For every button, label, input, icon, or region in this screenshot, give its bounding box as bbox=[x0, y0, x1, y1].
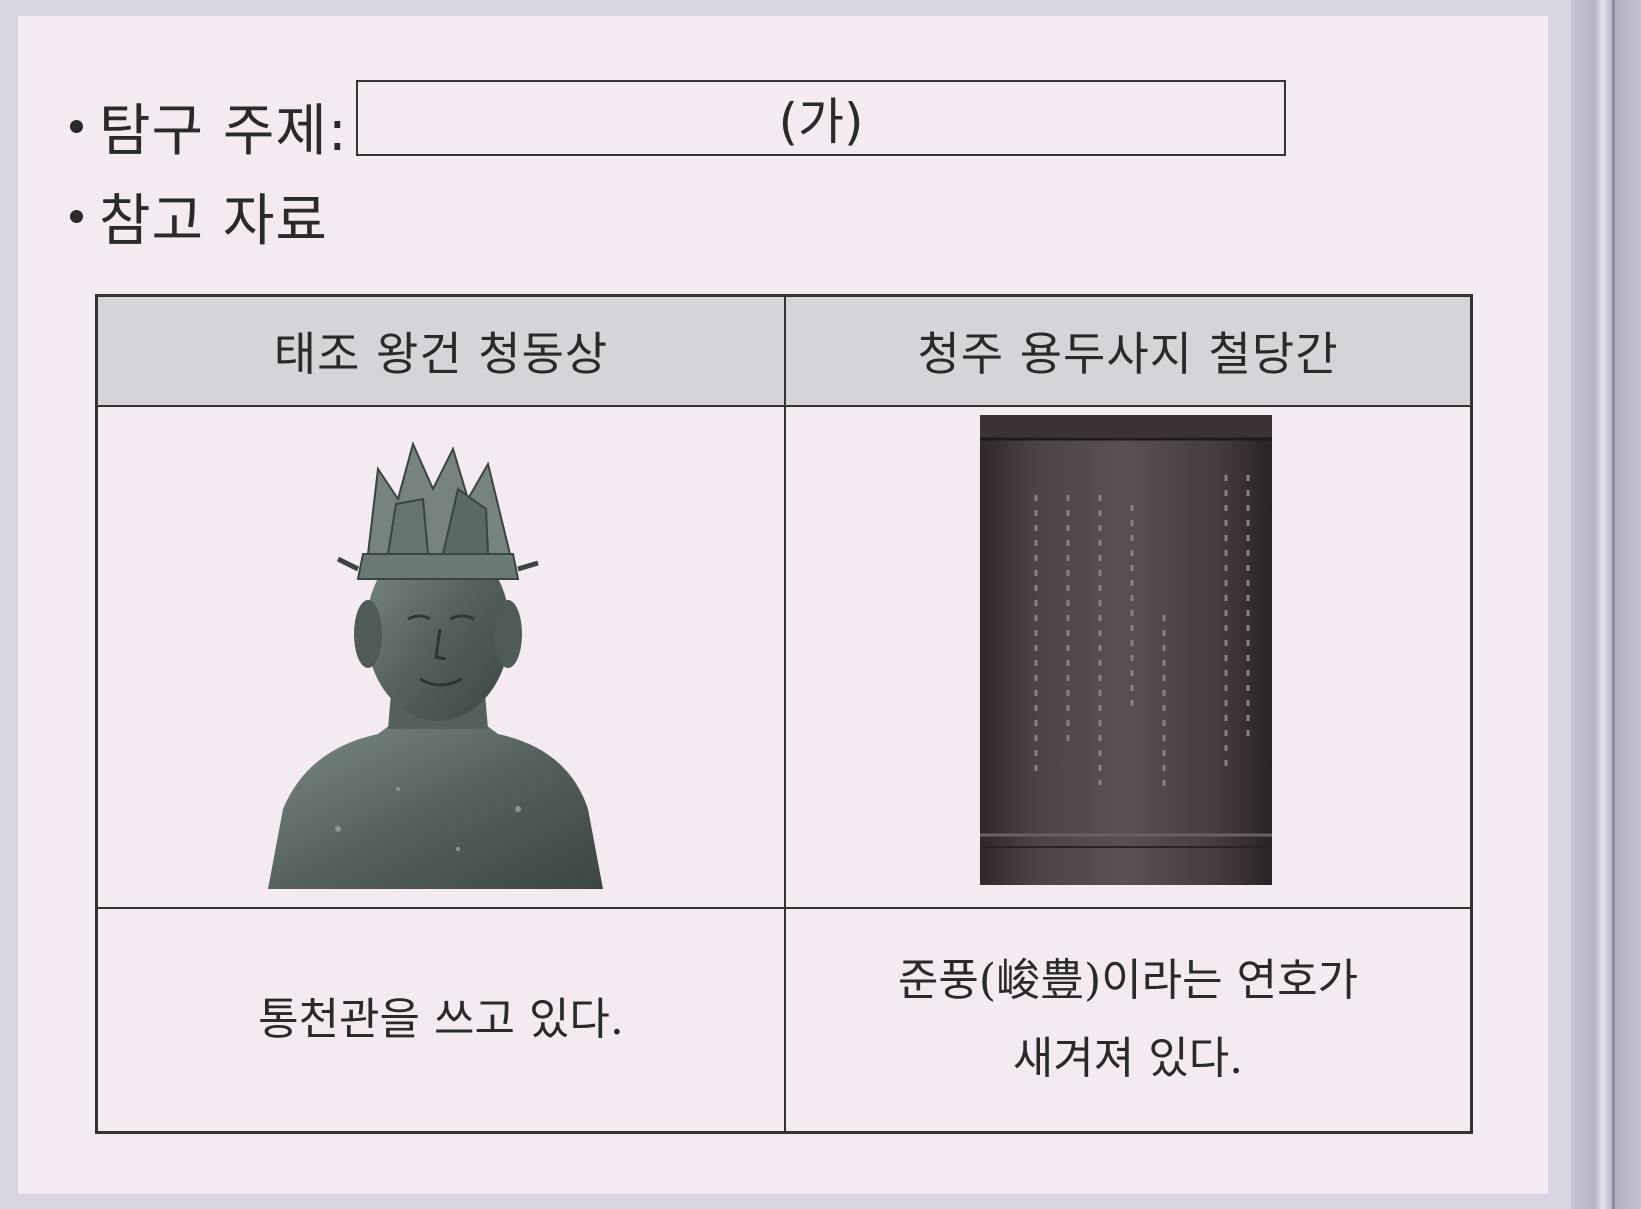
caption-cell-flagpole: 준풍(峻豊)이라는 연호가 새겨져 있다. bbox=[786, 909, 1470, 1131]
table-header-statue: 태조 왕건 청동상 bbox=[98, 297, 784, 405]
caption-line-statue: 통천관을 쓰고 있다. bbox=[258, 994, 624, 1045]
header-label-statue: 태조 왕건 청동상 bbox=[273, 327, 609, 381]
image-cell-statue bbox=[98, 407, 784, 907]
bullet-icon bbox=[70, 119, 83, 133]
reference-label: 참고 자료 bbox=[99, 188, 328, 254]
reference-row: 참고 자료 bbox=[70, 180, 328, 254]
bullet-icon bbox=[70, 209, 83, 223]
topic-answer-box: (가) bbox=[356, 80, 1286, 156]
image-cell-flagpole bbox=[786, 407, 1470, 907]
bronze-statue-icon bbox=[268, 441, 603, 889]
decorative-border-strip bbox=[1571, 0, 1641, 1209]
topic-placeholder: (가) bbox=[778, 93, 864, 151]
reference-table: 태조 왕건 청동상 청주 용두사지 철당간 통천관을 쓰고 있다. 준풍(峻豊)… bbox=[95, 294, 1473, 1134]
caption-line-flagpole: 새겨져 있다. bbox=[1012, 1033, 1244, 1084]
header-label-flagpole: 청주 용두사지 철당간 bbox=[917, 327, 1339, 381]
table-header-flagpole: 청주 용두사지 철당간 bbox=[786, 297, 1470, 405]
caption-cell-statue: 통천관을 쓰고 있다. bbox=[98, 909, 784, 1131]
decorative-border-line bbox=[1612, 0, 1615, 1209]
topic-row: 탐구 주제: bbox=[70, 84, 348, 168]
iron-flagpole-icon bbox=[980, 415, 1272, 885]
caption-line-flagpole: 준풍(峻豊)이라는 연호가 bbox=[897, 955, 1359, 1006]
topic-label: 탐구 주제: bbox=[99, 98, 348, 164]
